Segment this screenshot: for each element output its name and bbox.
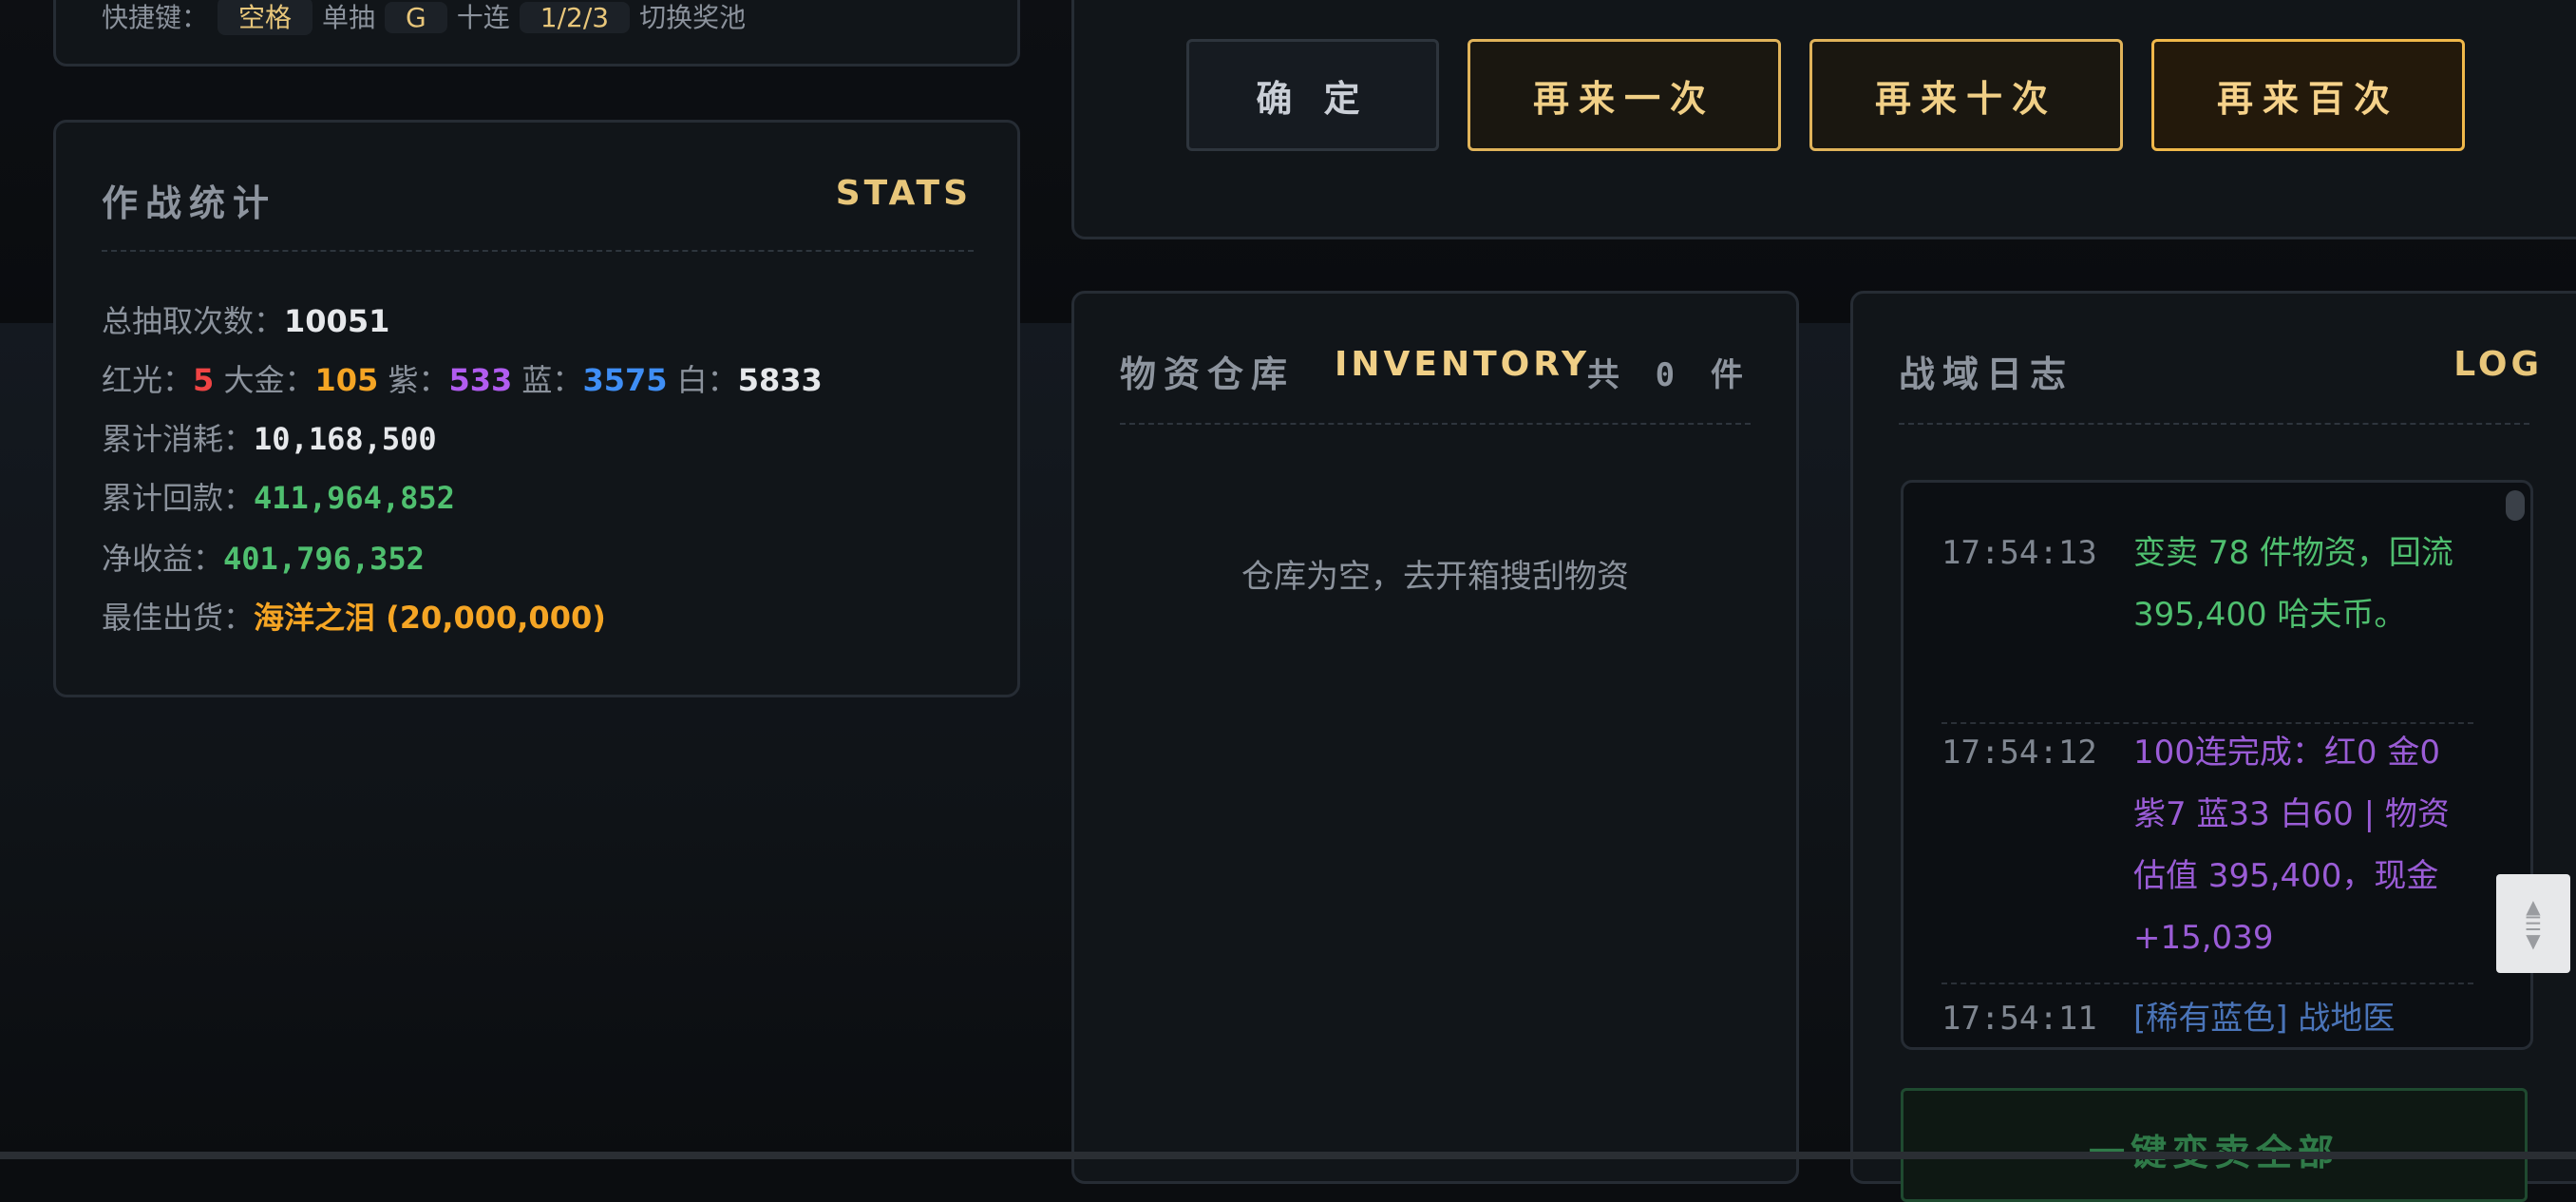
stat-purple-value: 533	[448, 362, 513, 398]
inventory-tag: INVENTORY	[1335, 345, 1591, 384]
inventory-empty-message: 仓库为空，去开箱搜刮物资	[1241, 558, 1629, 596]
log-panel: 战域日志 LOG 17:54:13 变卖 78 件物资，回流 395,400 哈…	[1850, 291, 2576, 1202]
stat-total-return: 累计回款：411,964,852	[102, 474, 455, 518]
log-entry: 17:54:12 100连完成：红0 金0 紫7 蓝33 白60 | 物资估值 …	[1941, 722, 2454, 969]
scroll-widget[interactable]: ▲ ☰ ▼	[2496, 874, 2570, 973]
stat-net-value: 401,796,352	[223, 541, 425, 577]
log-scrollbar-thumb[interactable]	[2506, 490, 2525, 521]
shortcut-key-pool: 1/2/3	[519, 2, 631, 33]
log-entry-time: 17:54:12	[1941, 734, 2097, 772]
stat-best-label: 最佳出货：	[102, 600, 255, 636]
stat-return-label: 累计回款：	[102, 480, 255, 516]
log-entry-time: 17:54:13	[1941, 534, 2097, 572]
log-separator	[1941, 983, 2473, 984]
inventory-count: 共 0 件	[1587, 349, 1749, 395]
stat-white-label: 白：	[676, 362, 738, 398]
log-entry-text: 变卖 78 件物资，回流 395,400 哈夫币。	[2133, 534, 2453, 634]
sell-all-button[interactable]: 一键变卖全部	[1901, 1088, 2528, 1202]
shortcut-hints: 快捷键： 空格 单抽 G 十连 1/2/3 切换奖池	[102, 0, 746, 35]
inventory-divider	[1120, 423, 1751, 425]
stat-red-label: 红光：	[102, 362, 194, 398]
draw-again-ten-button[interactable]: 再来十次	[1809, 39, 2123, 151]
log-divider	[1899, 423, 2529, 425]
log-entry: 17:54:11 [稀有蓝色] 战地医	[1941, 988, 2454, 1047]
stat-cost-value: 10,168,500	[254, 421, 437, 457]
stat-best-value: 海洋之泪 (20,000,000)	[254, 600, 606, 636]
horizontal-scrollbar[interactable]	[0, 1152, 2576, 1159]
stat-total-label: 总抽取次数：	[102, 303, 285, 339]
log-entry-time: 17:54:11	[1941, 1000, 2097, 1038]
draw-again-once-button[interactable]: 再来一次	[1468, 39, 1781, 151]
stat-total-value: 10051	[284, 303, 390, 339]
inventory-count-value: 0	[1655, 356, 1681, 394]
stats-tag: STATS	[835, 174, 972, 213]
stat-total-draws: 总抽取次数：10051	[102, 297, 389, 341]
stat-white-value: 5833	[737, 362, 823, 398]
stat-blue-label: 蓝：	[521, 362, 583, 398]
stat-rarity-breakdown: 红光：5 大金：105 紫：533 蓝：3575 白：5833	[102, 356, 823, 400]
stats-title: 作战统计	[102, 182, 277, 224]
stats-divider	[102, 250, 974, 252]
inventory-title: 物资仓库	[1120, 353, 1296, 395]
arrow-down-icon: ▼	[2526, 929, 2541, 952]
shortcut-label-pool: 切换奖池	[639, 2, 747, 33]
stat-purple-label: 紫：	[388, 362, 449, 398]
shortcut-panel: 快捷键： 空格 单抽 G 十连 1/2/3 切换奖池	[53, 0, 1020, 67]
log-title: 战域日志	[1899, 353, 2074, 395]
log-tag: LOG	[2453, 345, 2543, 384]
inventory-count-suffix: 件	[1711, 356, 1749, 394]
confirm-button[interactable]: 确 定	[1186, 39, 1439, 151]
actions-panel: 确 定 再来一次 再来十次 再来百次	[1071, 0, 2576, 239]
stat-return-value: 411,964,852	[254, 480, 455, 516]
stat-total-cost: 累计消耗：10,168,500	[102, 415, 437, 459]
stat-blue-value: 3575	[582, 362, 668, 398]
stats-panel: 作战统计 STATS 总抽取次数：10051 红光：5 大金：105 紫：533…	[53, 120, 1020, 697]
stat-best-drop: 最佳出货：海洋之泪 (20,000,000)	[102, 594, 606, 638]
stat-gold-value: 105	[314, 362, 379, 398]
log-entry: 17:54:13 变卖 78 件物资，回流 395,400 哈夫币。	[1941, 523, 2454, 708]
shortcut-label-single: 单抽	[322, 2, 376, 33]
draw-again-hundred-button[interactable]: 再来百次	[2151, 39, 2465, 151]
stat-cost-label: 累计消耗：	[102, 421, 255, 457]
inventory-count-prefix: 共	[1586, 356, 1625, 394]
log-list[interactable]: 17:54:13 变卖 78 件物资，回流 395,400 哈夫币。 17:54…	[1901, 480, 2533, 1050]
shortcut-key-g: G	[385, 2, 447, 33]
inventory-panel: 物资仓库 INVENTORY 共 0 件 仓库为空，去开箱搜刮物资	[1071, 291, 1799, 1184]
stat-gold-label: 大金：	[223, 362, 315, 398]
stat-net-profit: 净收益：401,796,352	[102, 535, 425, 579]
shortcut-label-ten: 十连	[456, 2, 510, 33]
log-entry-text: 100连完成：红0 金0 紫7 蓝33 白60 | 物资估值 395,400，现…	[2133, 734, 2450, 957]
shortcut-key-space: 空格	[218, 0, 313, 35]
shortcut-prefix: 快捷键：	[102, 2, 209, 33]
stat-red-value: 5	[193, 362, 215, 398]
stat-net-label: 净收益：	[102, 541, 224, 577]
log-entry-text: [稀有蓝色] 战地医	[2133, 1000, 2396, 1038]
